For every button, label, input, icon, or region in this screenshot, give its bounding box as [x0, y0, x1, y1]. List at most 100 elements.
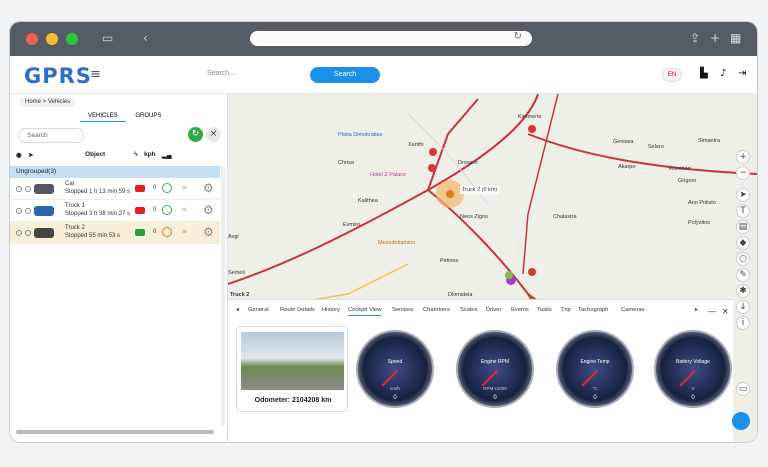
tab-events[interactable]: Events — [511, 307, 529, 313]
eye-icon[interactable]: ◉ — [16, 151, 22, 159]
back-icon[interactable]: ‹ — [143, 31, 148, 45]
engine-status-icon — [135, 207, 145, 214]
refresh-button[interactable]: ↻ — [188, 127, 203, 142]
follow-radio[interactable] — [25, 208, 31, 214]
map-label: Polysitos — [688, 220, 711, 226]
more-icon[interactable]: ≡ — [182, 228, 187, 235]
tab-chambers[interactable]: Chambers — [423, 307, 450, 313]
panel-tabs: VEHICLES GROUPS — [80, 111, 169, 122]
horizontal-scrollbar[interactable] — [16, 430, 214, 434]
tabs-next-icon[interactable]: ▸ — [695, 307, 698, 313]
list-header: ◉ ➤ Object ϟ kph ▂▄ — [10, 149, 220, 163]
sidebar-toggle-icon[interactable]: ▭ — [102, 31, 113, 45]
tab-route-details[interactable]: Route Details — [280, 307, 315, 313]
tabs-overview-icon[interactable]: ▦ — [730, 31, 741, 45]
tabs-prev-icon[interactable]: ◂ — [236, 307, 239, 313]
tab-cameras[interactable]: Cameras — [621, 307, 645, 313]
more-icon[interactable]: ≡ — [182, 184, 187, 191]
details-tabs: ◂ General Route Details History Cockpit … — [228, 302, 733, 318]
gear-icon[interactable]: ⚙ — [203, 203, 214, 217]
breadcrumb[interactable]: Home > Vehicles — [20, 97, 76, 107]
share-icon[interactable]: ⇪ — [690, 31, 700, 45]
app-logo: GPRS — [24, 64, 92, 88]
chat-button[interactable] — [732, 412, 750, 430]
tab-tasks[interactable]: Tasks — [537, 307, 552, 313]
follow-radio[interactable] — [25, 230, 31, 236]
object-column-header: Object — [85, 151, 106, 158]
gauge-value: 0 — [393, 395, 397, 401]
text-icon[interactable]: T — [736, 204, 750, 218]
map-icon[interactable]: ▙ — [700, 68, 708, 79]
download-icon[interactable]: ↓ — [736, 300, 750, 314]
clear-button[interactable]: × — [206, 127, 221, 142]
map-label: Platia Dimokratias — [338, 132, 383, 138]
map-label: Chalastra — [553, 214, 577, 220]
gauge-unit: km/h — [390, 386, 400, 391]
zoom-in-button[interactable]: + — [736, 150, 750, 164]
menu-icon[interactable]: ≡ — [90, 67, 101, 82]
group-header[interactable]: Ungrouped(3) — [10, 166, 220, 178]
minimize-window-button[interactable] — [46, 33, 58, 45]
app-header: GPRS ≡ Search... Search EN ▙ ♪ ⇥ — [10, 56, 757, 94]
follow-radio[interactable] — [25, 186, 31, 192]
odometer: Odometer: 2104208 km — [254, 397, 332, 404]
visibility-radio[interactable] — [16, 208, 22, 214]
gear-icon[interactable]: ⚙ — [203, 225, 214, 239]
vehicle-status: Stopped 55 min 53 s — [65, 233, 121, 239]
tab-driver[interactable]: Driver — [486, 307, 501, 313]
locate-icon[interactable]: ➤ — [736, 188, 750, 202]
gauge-value: 0 — [691, 395, 695, 401]
tab-vehicles[interactable]: VEHICLES — [80, 111, 126, 122]
tab-trip[interactable]: Trip — [561, 307, 571, 313]
gear-icon[interactable]: ⚙ — [203, 181, 214, 195]
truck-icon — [34, 228, 54, 238]
visibility-radio[interactable] — [16, 230, 22, 236]
vehicle-tooltip: Truck 2 (0 km) — [460, 186, 500, 194]
gauge-unit: RPM x1000 — [483, 386, 507, 391]
map-label: Petinos — [440, 258, 459, 264]
vehicle-search-input[interactable]: Search — [18, 128, 84, 143]
vehicle-info: Car Stopped 1 h 13 min 59 s — [65, 180, 140, 196]
new-tab-icon[interactable]: + — [710, 31, 720, 45]
street-view-image[interactable] — [241, 332, 344, 390]
tab-groups[interactable]: GROUPS — [127, 111, 169, 121]
gps-signal-icon — [162, 227, 172, 237]
list-item[interactable]: Truck 1 Stopped 3 h 38 min 27 s 0 ≡ ⚙ — [10, 200, 220, 222]
close-window-button[interactable] — [26, 33, 38, 45]
minimize-icon[interactable]: — — [708, 307, 716, 316]
list-item[interactable]: Truck 2 Stopped 55 min 53 s 0 ≡ ⚙ — [10, 222, 220, 244]
vertical-scrollbar[interactable] — [221, 166, 225, 426]
language-flag-icon[interactable]: EN — [662, 68, 682, 82]
car-icon[interactable]: ◆ — [736, 236, 750, 250]
search-input[interactable]: Search... — [207, 70, 235, 77]
tab-scales[interactable]: Scales — [460, 307, 477, 313]
tab-tachograph[interactable]: Tachograph — [578, 307, 608, 313]
gauge-label: Engine RPM — [480, 359, 510, 365]
zoom-out-button[interactable]: − — [736, 166, 750, 180]
logout-icon[interactable]: ⇥ — [738, 68, 746, 79]
visibility-radio[interactable] — [16, 186, 22, 192]
maximize-window-button[interactable] — [66, 33, 78, 45]
bell-icon[interactable]: ♪ — [720, 68, 726, 79]
circle-icon[interactable]: ○ — [736, 252, 750, 266]
browser-chrome: ▭ ‹ ↻ ⇪ + ▦ — [10, 22, 757, 56]
tab-history[interactable]: History — [322, 307, 340, 313]
address-bar[interactable]: ↻ — [250, 31, 532, 46]
list-item[interactable]: Car Stopped 1 h 13 min 59 s 0 ≡ ⚙ — [10, 178, 220, 200]
map-label: Genisea — [613, 139, 634, 145]
tab-cockpit-view[interactable]: Cockpit View — [348, 307, 382, 316]
close-icon[interactable]: ✕ — [722, 307, 729, 316]
edit-icon[interactable]: ✎ — [736, 268, 750, 282]
reload-icon[interactable]: ↻ — [514, 31, 522, 42]
tab-sensors[interactable]: Sensors — [392, 307, 413, 313]
info-icon[interactable]: i — [736, 316, 750, 330]
engine-status-icon — [135, 185, 145, 192]
more-icon[interactable]: ≡ — [182, 206, 187, 213]
search-button[interactable]: Search — [310, 67, 380, 83]
layers-icon[interactable]: ▤ — [736, 220, 750, 234]
screen-icon[interactable]: ▭ — [736, 382, 750, 396]
speed-column-header: kph — [144, 151, 156, 158]
tab-general[interactable]: General — [248, 307, 269, 313]
map-view[interactable]: Platia Dimokratias Chrisa Xanthi Drosero… — [228, 94, 757, 442]
poi-icon[interactable]: ✱ — [736, 284, 750, 298]
